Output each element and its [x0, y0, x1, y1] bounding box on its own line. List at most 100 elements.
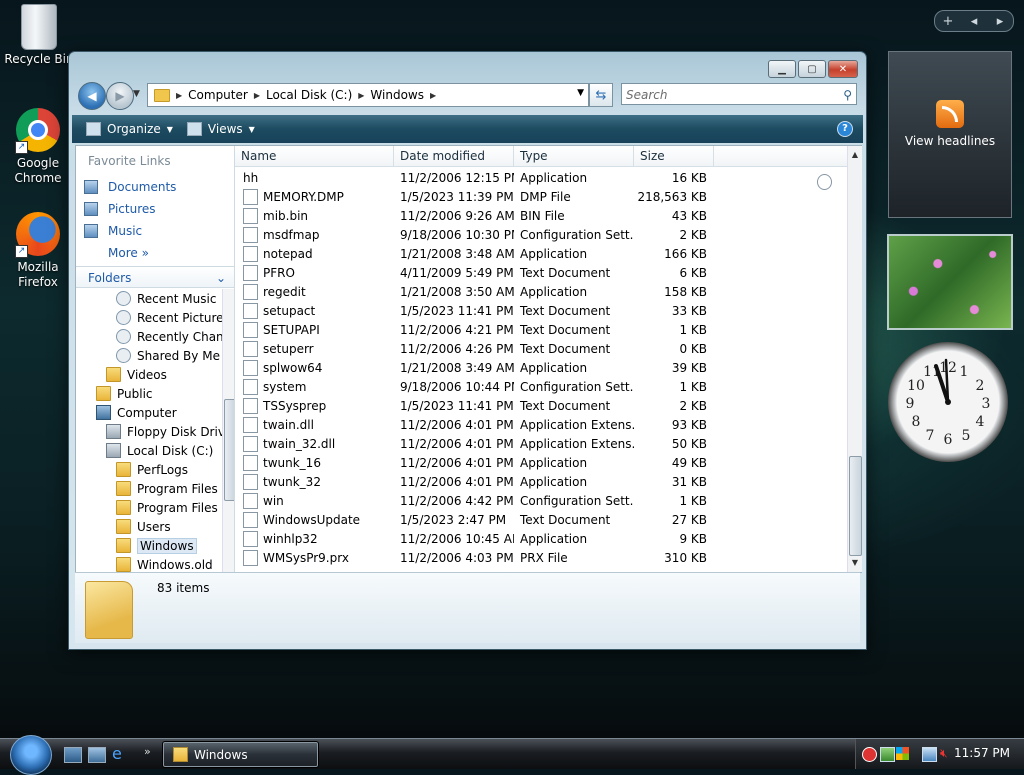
column-header-date[interactable]: Date modified: [394, 146, 514, 166]
favorite-link-music[interactable]: Music: [76, 220, 234, 242]
file-row[interactable]: hh 11/2/2006 12:15 PM Application 16 KB: [235, 168, 847, 190]
show-desktop-icon[interactable]: [64, 747, 82, 763]
network-icon[interactable]: [880, 747, 895, 762]
organize-button[interactable]: Organize ▼: [86, 122, 173, 136]
tree-item[interactable]: Computer: [76, 403, 222, 422]
file-row[interactable]: WindowsUpdate 1/5/2023 2:47 PM Text Docume…: [235, 510, 847, 529]
address-dropdown-icon[interactable]: ▼: [577, 88, 584, 98]
recycle-bin-desktop-icon[interactable]: Recycle Bin: [4, 4, 74, 67]
breadcrumb-computer[interactable]: Computer: [188, 88, 248, 102]
column-header-name[interactable]: Name: [235, 146, 394, 166]
recent-pages-dropdown[interactable]: ▼: [133, 89, 140, 99]
folders-header[interactable]: Folders ⌄: [76, 266, 234, 288]
search-icon[interactable]: ⚲: [843, 84, 852, 106]
scroll-down-icon[interactable]: ▼: [848, 556, 862, 570]
clock-time[interactable]: 11:57 PM: [954, 746, 1010, 760]
views-button[interactable]: Views ▼: [186, 122, 255, 136]
doc-file-icon: [243, 340, 258, 357]
network-connection-icon[interactable]: [922, 747, 937, 762]
next-icon[interactable]: ▸: [987, 14, 1013, 29]
switch-windows-icon[interactable]: [88, 747, 106, 763]
taskbar-button-windows[interactable]: Windows: [162, 741, 319, 768]
tree-item[interactable]: Recent Pictures: [76, 308, 222, 327]
tree-item[interactable]: Videos: [76, 365, 222, 384]
tree-item[interactable]: Program Files (x86): [76, 498, 222, 517]
refresh-button[interactable]: ⇆: [589, 83, 613, 107]
file-row[interactable]: TSSysprep 1/5/2023 11:41 PM Text Document 2…: [235, 396, 847, 415]
file-row[interactable]: mib.bin 11/2/2006 9:26 AM BIN File 43 KB: [235, 206, 847, 225]
minimize-button[interactable]: ▁: [768, 60, 796, 78]
file-date: 11/2/2006 10:45 AM: [400, 531, 514, 546]
address-bar[interactable]: ▶ Computer ▶ Local Disk (C:) ▶ Windows ▶…: [147, 83, 589, 107]
tree-item[interactable]: Public: [76, 384, 222, 403]
favorite-link-documents[interactable]: Documents: [76, 176, 234, 198]
tree-item[interactable]: Recent Music: [76, 289, 222, 308]
back-button[interactable]: ◀: [78, 82, 106, 110]
windows-update-icon[interactable]: [896, 747, 909, 760]
chevron-right-icon[interactable]: ▶: [358, 91, 364, 100]
tree-item[interactable]: Users: [76, 517, 222, 536]
tree-item[interactable]: Floppy Disk Drive (A:): [76, 422, 222, 441]
security-alert-icon[interactable]: [862, 747, 877, 762]
clock-gadget[interactable]: 12 1 2 345 678 9 10 11: [888, 342, 1008, 462]
close-button[interactable]: ✕: [828, 60, 858, 78]
column-header-size[interactable]: Size: [634, 146, 714, 166]
column-header-type[interactable]: Type: [514, 146, 634, 166]
maximize-button[interactable]: ▢: [798, 60, 826, 78]
folder-tree-scrollbar[interactable]: [222, 289, 234, 572]
scrollbar-thumb[interactable]: [849, 456, 862, 556]
file-row[interactable]: winhlp32 11/2/2006 10:45 AM Application 9 K…: [235, 529, 847, 548]
mozilla-firefox-desktop-icon[interactable]: ↗ Mozilla Firefox: [3, 212, 73, 290]
volume-muted-icon[interactable]: 🔇︎: [940, 747, 953, 760]
file-row[interactable]: twain.dll 11/2/2006 4:01 PM Application Ex…: [235, 415, 847, 434]
file-row[interactable]: win 11/2/2006 4:42 PM Configuration Sett..…: [235, 491, 847, 510]
svg-text:6: 6: [944, 432, 953, 448]
forward-button[interactable]: ▶: [106, 82, 134, 110]
tree-item[interactable]: Windows: [76, 536, 222, 555]
file-row[interactable]: splwow64 1/21/2008 3:49 AM Application 39 K…: [235, 358, 847, 377]
file-row[interactable]: MEMORY.DMP 1/5/2023 11:39 PM DMP File 218,5…: [235, 187, 847, 206]
google-chrome-desktop-icon[interactable]: ↗ Google Chrome: [3, 108, 73, 186]
scroll-up-icon[interactable]: ▲: [848, 148, 862, 162]
chevron-right-icon[interactable]: ▶: [430, 91, 436, 100]
tree-item[interactable]: PerfLogs: [76, 460, 222, 479]
chevron-right-icon[interactable]: ▶: [176, 91, 182, 100]
add-gadget-icon[interactable]: +: [935, 14, 961, 29]
breadcrumb-windows[interactable]: Windows: [370, 88, 424, 102]
file-row[interactable]: WMSysPr9.prx 11/2/2006 4:03 PM PRX File 310…: [235, 548, 847, 567]
slideshow-gadget[interactable]: [887, 234, 1013, 330]
file-row[interactable]: twain_32.dll 11/2/2006 4:01 PM Application…: [235, 434, 847, 453]
file-row[interactable]: notepad 1/21/2008 3:48 AM Application 166 K…: [235, 244, 847, 263]
file-row[interactable]: setupact 1/5/2023 11:41 PM Text Document 33…: [235, 301, 847, 320]
previous-icon[interactable]: ◂: [961, 14, 987, 29]
chevron-right-icon[interactable]: ▶: [254, 91, 260, 100]
file-row[interactable]: regedit 1/21/2008 3:50 AM Application 158 K…: [235, 282, 847, 301]
feed-headlines-gadget[interactable]: View headlines: [888, 51, 1012, 218]
scrollbar-thumb[interactable]: [224, 399, 234, 501]
file-size-cell: 166 KB: [634, 247, 714, 261]
tree-item[interactable]: Shared By Me: [76, 346, 222, 365]
file-row[interactable]: msdfmap 9/18/2006 10:30 PM Configuration S…: [235, 225, 847, 244]
file-list-scrollbar[interactable]: ▲ ▼: [847, 146, 862, 572]
tree-item[interactable]: Recently Changed: [76, 327, 222, 346]
breadcrumb-local-disk[interactable]: Local Disk (C:): [266, 88, 352, 102]
start-button[interactable]: [10, 735, 52, 775]
more-favorites-link[interactable]: More »: [76, 242, 234, 264]
search-input[interactable]: Search ⚲: [621, 83, 857, 105]
file-name: PFRO: [263, 265, 295, 280]
help-button[interactable]: ?: [837, 121, 853, 137]
internet-explorer-icon[interactable]: e: [112, 744, 128, 763]
file-row[interactable]: twunk_32 11/2/2006 4:01 PM Application 31 K…: [235, 472, 847, 491]
tree-item[interactable]: Program Files: [76, 479, 222, 498]
quick-launch-more-icon[interactable]: »: [144, 745, 151, 758]
file-type: Configuration Sett...: [520, 379, 634, 394]
file-row[interactable]: SETUPAPI 11/2/2006 4:21 PM Text Document 1 …: [235, 320, 847, 339]
tree-item[interactable]: Local Disk (C:): [76, 441, 222, 460]
tree-item[interactable]: Windows.old: [76, 555, 222, 572]
file-date: 1/21/2008 3:48 AM: [400, 246, 514, 261]
file-row[interactable]: system 9/18/2006 10:44 PM Configuration Se…: [235, 377, 847, 396]
file-row[interactable]: setuperr 11/2/2006 4:26 PM Text Document 0 …: [235, 339, 847, 358]
favorite-link-pictures[interactable]: Pictures: [76, 198, 234, 220]
file-row[interactable]: PFRO 4/11/2009 5:49 PM Text Document 6 KB: [235, 263, 847, 282]
file-row[interactable]: twunk_16 11/2/2006 4:01 PM Application 49 K…: [235, 453, 847, 472]
